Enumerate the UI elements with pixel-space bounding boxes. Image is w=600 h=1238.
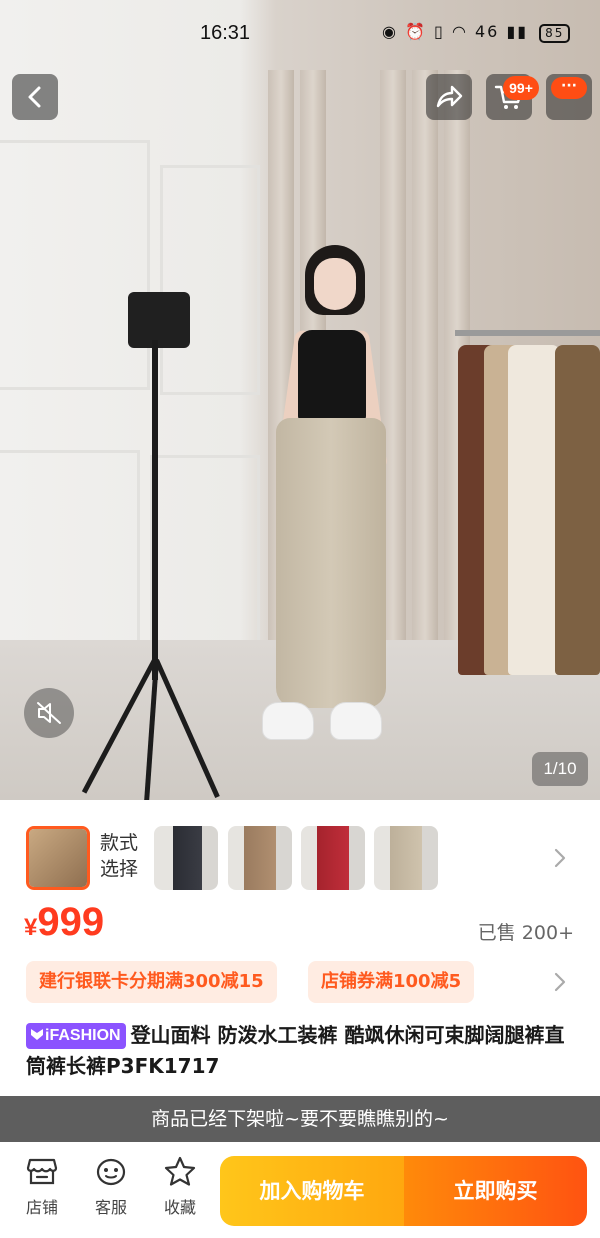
- bottom-action-bar: 店铺 客服 收藏 加入购物车 立即购买: [0, 1142, 600, 1238]
- cart-count-badge: 99+: [503, 76, 539, 100]
- store-icon: [26, 1158, 58, 1185]
- price-amount: 999: [37, 900, 105, 944]
- phone-mount: [128, 292, 190, 348]
- mute-button[interactable]: [24, 688, 74, 738]
- price-currency: ¥: [24, 914, 38, 941]
- model-shoe: [262, 702, 314, 740]
- speaker-muted-icon: [37, 702, 61, 724]
- chevron-right-icon[interactable]: [552, 846, 568, 870]
- variant-thumb-3[interactable]: [228, 826, 292, 890]
- share-icon: [436, 85, 463, 108]
- variant-swatch: [228, 826, 292, 890]
- variant-label-line1: 款式: [100, 832, 139, 854]
- model-top: [298, 330, 366, 422]
- variant-selector[interactable]: 款式 选择: [0, 810, 600, 906]
- variant-thumb-2[interactable]: [154, 826, 218, 890]
- favorite-label: 收藏: [163, 1198, 196, 1217]
- product-title: iFASHION 登山面料 防泼水工装裤 酷飒休闲可束脚阔腿裤直筒裤长裤P3FK1…: [26, 1020, 576, 1082]
- coupon-bank-installment[interactable]: 建行银联卡分期满300减15: [26, 961, 277, 1003]
- coupons-chevron-right-icon[interactable]: [552, 970, 568, 994]
- customer-service-label: 客服: [94, 1198, 127, 1217]
- status-icons: ◉ ⏰ ▯ ◠ 46 ▮▮ 85: [382, 22, 571, 43]
- coat: [508, 345, 560, 675]
- chevron-left-icon: [28, 86, 41, 108]
- sold-count: 已售 200+: [477, 922, 574, 944]
- variant-swatch: [374, 826, 438, 890]
- variant-swatch: [154, 826, 218, 890]
- price: ¥999: [24, 900, 104, 945]
- delisted-notice: 商品已经下架啦~要不要瞧瞧别的~: [0, 1096, 600, 1142]
- favorite-tab[interactable]: 收藏: [150, 1156, 210, 1218]
- clothing-rack: [455, 330, 600, 336]
- media-page-indicator: 1/10: [532, 752, 588, 786]
- curtain: [412, 70, 438, 670]
- wall-panel: [0, 450, 140, 650]
- wall-panel: [160, 165, 260, 395]
- store-label: 店铺: [25, 1198, 58, 1217]
- model-shoe: [330, 702, 382, 740]
- star-icon: [164, 1156, 196, 1186]
- store-tab[interactable]: 店铺: [12, 1156, 72, 1218]
- wall-panel: [0, 140, 150, 390]
- status-time: 16:31: [200, 22, 251, 44]
- tripod-pole: [152, 340, 158, 680]
- variant-thumb-5[interactable]: [374, 826, 438, 890]
- brand-heart-icon: [31, 1029, 43, 1040]
- customer-service-tab[interactable]: 客服: [81, 1156, 141, 1218]
- add-to-cart-button[interactable]: 加入购物车: [220, 1156, 404, 1226]
- variant-swatch: [301, 826, 365, 890]
- model-pants: [276, 418, 386, 708]
- brand-badge: iFASHION: [26, 1023, 126, 1049]
- variant-swatch: [29, 829, 87, 887]
- model-face: [314, 258, 356, 310]
- brand-name: iFASHION: [45, 1027, 121, 1044]
- variant-label: 款式 选择: [100, 830, 138, 882]
- customer-service-icon: [96, 1158, 126, 1186]
- product-media[interactable]: 16:31 ◉ ⏰ ▯ ◠ 46 ▮▮ 85 99+ ··· 1/10: [0, 0, 600, 800]
- variant-label-line2: 选择: [100, 858, 139, 880]
- wall-panel: [150, 455, 260, 645]
- coat: [555, 345, 600, 675]
- more-dots-icon[interactable]: ···: [551, 77, 587, 99]
- coupon-store[interactable]: 店铺券满100减5: [308, 961, 475, 1003]
- variant-thumb-1[interactable]: [26, 826, 90, 890]
- back-button[interactable]: [12, 74, 58, 120]
- share-button[interactable]: [426, 74, 472, 120]
- battery-icon: 85: [539, 24, 571, 43]
- variant-thumb-4[interactable]: [301, 826, 365, 890]
- buy-now-button[interactable]: 立即购买: [404, 1156, 587, 1226]
- status-indicator-icons: ◉ ⏰ ▯ ◠ 46 ▮▮: [382, 22, 529, 41]
